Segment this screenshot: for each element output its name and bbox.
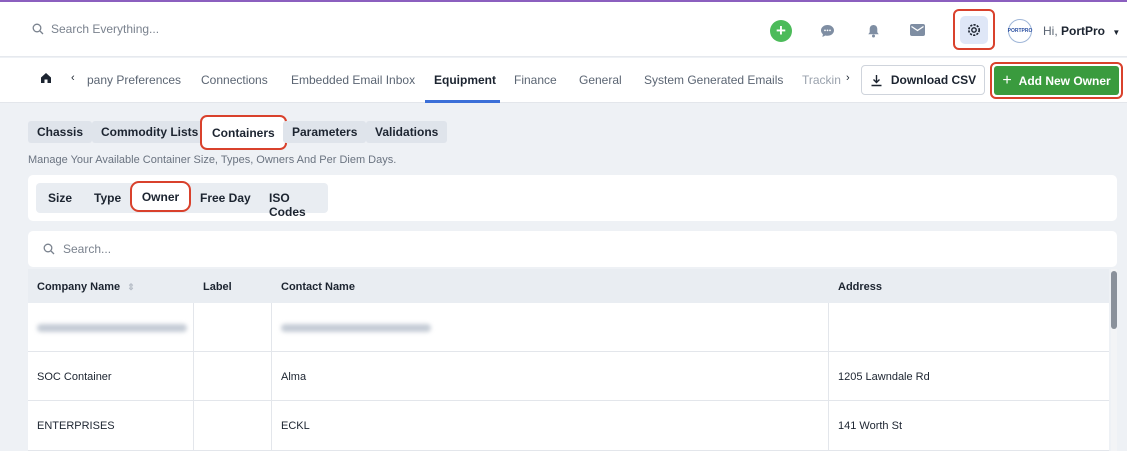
download-csv-label: Download CSV — [890, 73, 977, 87]
company-cell — [28, 303, 194, 352]
container-subtabs-bar: Size Type Free Day ISO Codes — [28, 175, 1117, 221]
equipment-tab-commodity-lists[interactable]: Commodity Lists — [92, 121, 208, 143]
plus-icon: + — [1002, 71, 1012, 89]
redacted-text — [281, 323, 431, 332]
column-company-name[interactable]: Company Name ⇕ — [37, 281, 135, 293]
scroll-right-icon[interactable]: › — [846, 72, 850, 84]
subtab-size[interactable]: Size — [48, 191, 72, 205]
mail-icon[interactable] — [908, 22, 926, 38]
contact-cell — [272, 303, 829, 352]
table-row[interactable] — [28, 303, 1109, 352]
company-cell: SOC Container — [28, 352, 194, 401]
label-cell — [194, 401, 272, 450]
greeting-text: Hi, — [1043, 24, 1061, 38]
avatar[interactable]: PORTPRO — [1008, 19, 1032, 43]
table-row[interactable]: SOC Container Alma 1205 Lawndale Rd — [28, 352, 1109, 401]
column-address: Address — [838, 281, 883, 293]
equipment-tab-containers[interactable]: Containers — [200, 115, 287, 150]
equipment-tab-validations[interactable]: Validations — [366, 121, 448, 143]
add-new-owner-button[interactable]: + Add New Owner — [994, 66, 1119, 95]
table-row[interactable]: ENTERPRISES ECKL 141 Worth St — [28, 401, 1109, 451]
column-company-name-label: Company Name — [37, 281, 121, 293]
equipment-tab-parameters[interactable]: Parameters — [283, 121, 367, 143]
column-label: Label — [203, 281, 232, 293]
contact-cell: Alma — [272, 352, 829, 401]
top-header: Search Everything... + PORTPRO Hi, PortP… — [0, 2, 1127, 57]
home-icon[interactable] — [40, 72, 52, 87]
label-cell — [194, 352, 272, 401]
subtab-free-day[interactable]: Free Day — [200, 191, 251, 205]
tab-system-generated-emails[interactable]: System Generated Emails — [644, 73, 783, 87]
scroll-left-icon[interactable]: ‹ — [71, 72, 75, 84]
sort-icon[interactable]: ⇕ — [127, 282, 135, 292]
global-search-placeholder: Search Everything... — [51, 22, 160, 36]
table-header: Company Name ⇕ Label Contact Name Addres… — [28, 269, 1109, 303]
add-new-owner-highlight: + Add New Owner — [990, 62, 1123, 99]
containers-description: Manage Your Available Container Size, Ty… — [28, 154, 397, 166]
settings-tabs-bar: ‹ pany Preferences Connections Embedded … — [0, 58, 1127, 103]
table-search-placeholder: Search... — [63, 242, 112, 256]
download-icon — [871, 74, 882, 86]
tab-embedded-email-inbox[interactable]: Embedded Email Inbox — [291, 73, 415, 87]
address-cell — [829, 303, 1109, 352]
table-search-input[interactable]: Search... — [28, 231, 1117, 267]
subtab-owner[interactable]: Owner — [130, 181, 191, 212]
equipment-tab-chassis[interactable]: Chassis — [28, 121, 93, 143]
settings-button[interactable] — [953, 9, 995, 50]
tab-company-preferences[interactable]: pany Preferences — [87, 73, 181, 87]
active-tab-indicator — [425, 100, 500, 103]
tab-equipment[interactable]: Equipment — [434, 73, 496, 87]
user-menu[interactable]: Hi, PortPro ▼ — [1043, 24, 1120, 38]
tab-general[interactable]: General — [579, 73, 622, 87]
subtab-type[interactable]: Type — [94, 191, 121, 205]
search-icon — [32, 23, 44, 35]
subtab-iso-codes[interactable]: ISO Codes — [269, 191, 328, 219]
search-icon — [43, 243, 55, 255]
address-cell: 1205 Lawndale Rd — [838, 370, 930, 383]
gear-icon — [960, 15, 988, 44]
tab-finance[interactable]: Finance — [514, 73, 557, 87]
download-csv-button[interactable]: Download CSV — [861, 65, 985, 95]
tab-connections[interactable]: Connections — [201, 73, 268, 87]
user-name: PortPro — [1061, 24, 1106, 38]
company-cell: ENTERPRISES — [28, 401, 194, 450]
tab-tracking[interactable]: Trackin — [802, 73, 841, 87]
chat-icon[interactable] — [819, 23, 835, 39]
table-scrollbar-thumb[interactable] — [1111, 271, 1117, 329]
add-circle-icon[interactable]: + — [770, 20, 792, 42]
column-contact-name: Contact Name — [281, 281, 355, 293]
address-cell: 141 Worth St — [838, 419, 902, 432]
global-search[interactable]: Search Everything... — [32, 22, 159, 36]
add-new-owner-label: Add New Owner — [1018, 73, 1111, 88]
redacted-text — [37, 323, 187, 332]
bell-icon[interactable] — [865, 23, 881, 39]
contact-cell: ECKL — [272, 401, 829, 450]
label-cell — [194, 303, 272, 352]
caret-down-icon: ▼ — [1112, 28, 1121, 37]
